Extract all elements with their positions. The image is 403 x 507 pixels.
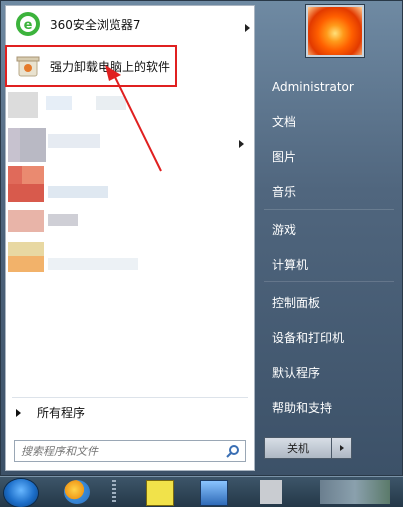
menu-separator: [264, 209, 394, 210]
right-item-administrator[interactable]: Administrator: [264, 72, 394, 102]
right-item-label: 设备和打印机: [272, 330, 345, 345]
right-item-computer[interactable]: 计算机: [264, 249, 394, 279]
right-item-label: 图片: [272, 149, 297, 164]
search-box[interactable]: [14, 440, 246, 462]
shutdown-button[interactable]: 关机: [264, 437, 332, 459]
taskbar-app-icon[interactable]: [200, 480, 228, 506]
right-item-music[interactable]: 音乐: [264, 176, 394, 206]
right-item-documents[interactable]: 文档: [264, 106, 394, 136]
start-button[interactable]: [4, 479, 38, 507]
program-item-360-browser[interactable]: e 360安全浏览器7: [14, 8, 250, 40]
start-menu: e 360安全浏览器7 强力卸载电脑上的软件 所有程序 搜索程序和文件 Admi…: [0, 0, 403, 476]
browser-icon: e: [16, 12, 40, 36]
right-item-label: 计算机: [272, 257, 309, 272]
right-item-label: 帮助和支持: [272, 400, 333, 415]
all-programs-label: 所有程序: [37, 406, 86, 420]
svg-text:e: e: [24, 18, 33, 33]
right-item-control-panel[interactable]: 控制面板: [264, 287, 394, 317]
taskbar-app-icon[interactable]: [146, 480, 174, 506]
shutdown-options-button[interactable]: [332, 437, 352, 459]
search-input[interactable]: [15, 444, 226, 458]
right-item-help-support[interactable]: 帮助和支持: [264, 392, 394, 422]
recent-program-item[interactable]: [8, 240, 148, 276]
right-item-label: 游戏: [272, 222, 297, 237]
start-menu-right-pane: Administrator 文档 图片 音乐 游戏 计算机 控制面板 设备和打印…: [256, 1, 403, 477]
search-icon[interactable]: [226, 444, 240, 458]
right-item-default-programs[interactable]: 默认程序: [264, 357, 394, 387]
menu-separator: [264, 281, 394, 282]
expand-arrow-icon: [16, 408, 21, 417]
right-item-label: 控制面板: [272, 295, 321, 310]
right-item-label: 默认程序: [272, 365, 321, 380]
all-programs-button[interactable]: 所有程序: [16, 404, 85, 421]
shutdown-label: 关机: [287, 442, 309, 455]
user-name: Administrator: [272, 80, 354, 94]
right-item-devices-printers[interactable]: 设备和打印机: [264, 322, 394, 352]
chevron-right-icon: [339, 445, 344, 451]
system-tray[interactable]: [320, 480, 390, 504]
taskbar-app-icon[interactable]: [64, 480, 90, 504]
avatar[interactable]: [306, 5, 364, 57]
annotation-arrow: [105, 65, 162, 172]
menu-separator: [12, 397, 248, 398]
taskbar-divider: [112, 480, 116, 504]
right-item-games[interactable]: 游戏: [264, 214, 394, 244]
submenu-arrow-icon: [245, 24, 250, 32]
program-item-label: 360安全浏览器7: [50, 17, 141, 32]
right-item-label: 文档: [272, 114, 297, 129]
taskbar: [0, 476, 403, 507]
shutdown-group: 关机: [264, 437, 352, 459]
taskbar-app-icon[interactable]: [260, 480, 282, 504]
recent-program-item[interactable]: [8, 206, 148, 236]
right-item-label: 音乐: [272, 184, 297, 199]
right-item-pictures[interactable]: 图片: [264, 141, 394, 171]
submenu-arrow-icon: [239, 140, 244, 148]
